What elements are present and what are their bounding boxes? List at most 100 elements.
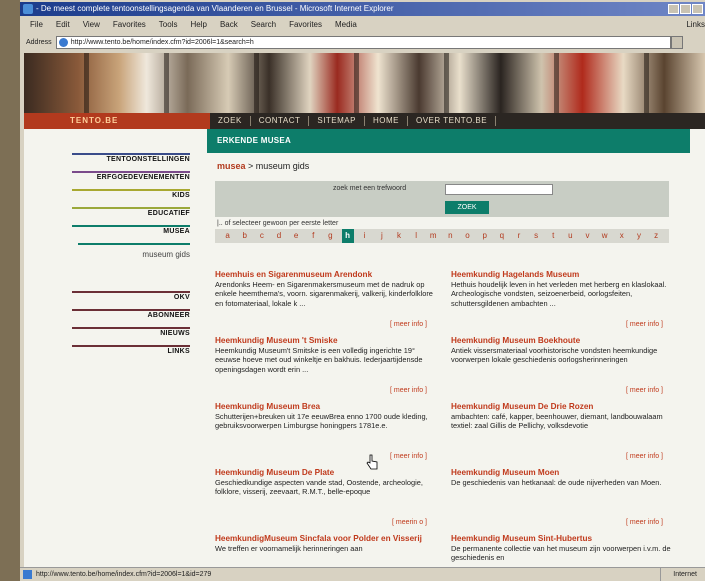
letter-q[interactable]: q bbox=[496, 229, 508, 243]
back-button[interactable]: Back bbox=[220, 18, 238, 32]
menu-edit[interactable]: Edit bbox=[56, 18, 70, 32]
links-button[interactable]: Links bbox=[686, 18, 705, 32]
sidebar-item-nieuws[interactable]: NIEUWS bbox=[72, 327, 190, 345]
search-label: zoek met een trefwoord bbox=[333, 185, 407, 192]
meer-info-link[interactable]: [ meer info ] bbox=[626, 320, 663, 329]
status-zone: Internet bbox=[660, 568, 697, 581]
museum-card: Heemkundig Museum De Plate Geschiedkundig… bbox=[215, 467, 439, 533]
letter-k[interactable]: k bbox=[393, 229, 405, 243]
sidebar-item-abonneer[interactable]: ABONNEER bbox=[72, 309, 190, 327]
close-button[interactable] bbox=[692, 4, 703, 14]
museum-title-link[interactable]: Heemkundig Museum Moen bbox=[451, 467, 675, 478]
menu-tools[interactable]: Tools bbox=[159, 18, 178, 32]
address-url: http://www.tento.be/home/index.cfm?id=20… bbox=[70, 39, 254, 46]
sidebar-item-erfgoedevenementen[interactable]: ERFGOEDEVENEMENTEN bbox=[72, 171, 190, 189]
meer-info-link[interactable]: [ meer info ] bbox=[390, 452, 427, 461]
letter-g[interactable]: g bbox=[324, 229, 336, 243]
letter-s[interactable]: s bbox=[530, 229, 542, 243]
sidebar-item-musea[interactable]: MUSEA bbox=[72, 225, 190, 243]
letter-o[interactable]: o bbox=[462, 229, 474, 243]
letter-t[interactable]: t bbox=[547, 229, 559, 243]
menu-bar: File Edit View Favorites Tools Help Back… bbox=[20, 18, 705, 32]
museum-title-link[interactable]: Heemkundig Hagelands Museum bbox=[451, 269, 675, 280]
museum-title-link[interactable]: Heemkundig Museum Boekhoute bbox=[451, 335, 675, 346]
letter-p[interactable]: p bbox=[479, 229, 491, 243]
meer-info-link[interactable]: [ meer info ] bbox=[626, 452, 663, 461]
museum-description: We treffen er voornamelijk herinneringen… bbox=[215, 544, 363, 553]
letter-x[interactable]: x bbox=[616, 229, 628, 243]
address-input[interactable]: http://www.tento.be/home/index.cfm?id=20… bbox=[55, 36, 671, 49]
sidebar-item-okv[interactable]: OKV bbox=[72, 291, 190, 309]
maximize-button[interactable] bbox=[680, 4, 691, 14]
media-button[interactable]: Media bbox=[335, 18, 357, 32]
search-submit-button[interactable]: ZOEK bbox=[445, 201, 489, 214]
header-banner-photos bbox=[24, 53, 705, 113]
section-header: ERKENDE MUSEA bbox=[207, 129, 690, 153]
letter-j[interactable]: j bbox=[376, 229, 388, 243]
search-input[interactable] bbox=[445, 184, 553, 195]
page-content: TENTOONSTELLINGEN ERFGOEDEVENEMENTEN KID… bbox=[24, 129, 705, 567]
letter-u[interactable]: u bbox=[564, 229, 576, 243]
sidebar-item-kids[interactable]: KIDS bbox=[72, 189, 190, 207]
museum-title-link[interactable]: Heemkundig Museum De Plate bbox=[215, 467, 439, 478]
museum-title-link[interactable]: Heemkundig Museum Sint-Hubertus bbox=[451, 533, 675, 544]
address-label: Address bbox=[26, 39, 52, 46]
letter-m[interactable]: m bbox=[427, 229, 439, 243]
letter-h[interactable]: h bbox=[341, 229, 354, 243]
museum-description: De permanente collectie van het museum z… bbox=[451, 544, 671, 563]
letter-r[interactable]: r bbox=[513, 229, 525, 243]
nav-over[interactable]: OVER TENTO.BE bbox=[408, 116, 497, 126]
nav-sitemap[interactable]: SITEMAP bbox=[309, 116, 365, 126]
museum-description: De geschiedenis van hetkanaal: de oude n… bbox=[451, 478, 662, 487]
nav-home[interactable]: HOME bbox=[365, 116, 408, 126]
breadcrumb: musea > museum gids bbox=[217, 161, 690, 171]
breadcrumb-musea-link[interactable]: musea bbox=[217, 161, 246, 171]
search-button[interactable]: Search bbox=[251, 18, 276, 32]
menu-help[interactable]: Help bbox=[190, 18, 206, 32]
menu-view[interactable]: View bbox=[83, 18, 100, 32]
meer-info-link[interactable]: [ meerin o ] bbox=[392, 518, 427, 527]
meer-info-link[interactable]: [ meer info ] bbox=[626, 518, 663, 527]
letter-i[interactable]: i bbox=[359, 229, 371, 243]
minimize-button[interactable] bbox=[668, 4, 679, 14]
letter-b[interactable]: b bbox=[239, 229, 251, 243]
site-logo[interactable]: TENTO.BE bbox=[24, 113, 210, 129]
museum-card: Heemkundig Museum Brea Schutterijen+breuk… bbox=[215, 401, 439, 467]
letter-y[interactable]: y bbox=[633, 229, 645, 243]
museum-description: Geschiedkundige aspecten vande stad, Oos… bbox=[215, 478, 423, 497]
nav-contact[interactable]: CONTACT bbox=[251, 116, 310, 126]
museum-title-link[interactable]: Heemkundig Museum Brea bbox=[215, 401, 439, 412]
nav-zoek[interactable]: ZOEK bbox=[210, 116, 251, 126]
favorites-button[interactable]: Favorites bbox=[289, 18, 322, 32]
letter-v[interactable]: v bbox=[582, 229, 594, 243]
museum-title-link[interactable]: Heemkundig Museum 't Smiske bbox=[215, 335, 439, 346]
letter-z[interactable]: z bbox=[650, 229, 662, 243]
sidebar-item-links[interactable]: LINKS bbox=[72, 345, 190, 363]
menu-favorites[interactable]: Favorites bbox=[113, 18, 146, 32]
museum-description: Arendonks Heem- en Sigarenmakersmuseum m… bbox=[215, 280, 433, 308]
museum-description: ambachten: café, kapper, beenhouwer, die… bbox=[451, 412, 663, 431]
main-column: ERKENDE MUSEA musea > museum gids zoek m… bbox=[207, 129, 690, 562]
sidebar-item-tentoonstellingen[interactable]: TENTOONSTELLINGEN bbox=[72, 153, 190, 171]
museum-title-link[interactable]: HeemkundigMuseum Sincfala voor Polder en… bbox=[215, 533, 439, 544]
letter-l[interactable]: l bbox=[410, 229, 422, 243]
museum-title-link[interactable]: Heemhuis en Sigarenmuseum Arendonk bbox=[215, 269, 439, 280]
sidebar-sub-museum-gids[interactable]: museum gids bbox=[78, 243, 190, 263]
letter-c[interactable]: c bbox=[256, 229, 268, 243]
museum-title-link[interactable]: Heemkundig Museum De Drie Rozen bbox=[451, 401, 675, 412]
sidebar-item-educatief[interactable]: EDUCATIEF bbox=[72, 207, 190, 225]
letter-n[interactable]: n bbox=[444, 229, 456, 243]
menu-file[interactable]: File bbox=[30, 18, 43, 32]
meer-info-link[interactable]: [ meer info ] bbox=[390, 320, 427, 329]
museum-card: Heemkundig Museum De Drie Rozen ambachten… bbox=[451, 401, 675, 467]
letter-a[interactable]: a bbox=[222, 229, 234, 243]
letter-w[interactable]: w bbox=[599, 229, 611, 243]
address-dropdown-button[interactable] bbox=[671, 36, 683, 49]
letter-d[interactable]: d bbox=[273, 229, 285, 243]
window-title: - De meest complete tentoonstellingsagen… bbox=[36, 4, 394, 13]
letter-e[interactable]: e bbox=[290, 229, 302, 243]
status-bar: http://www.tento.be/home/index.cfm?id=20… bbox=[20, 567, 705, 581]
meer-info-link[interactable]: [ meer info ] bbox=[390, 386, 427, 395]
meer-info-link[interactable]: [ meer info ] bbox=[626, 386, 663, 395]
letter-f[interactable]: f bbox=[307, 229, 319, 243]
